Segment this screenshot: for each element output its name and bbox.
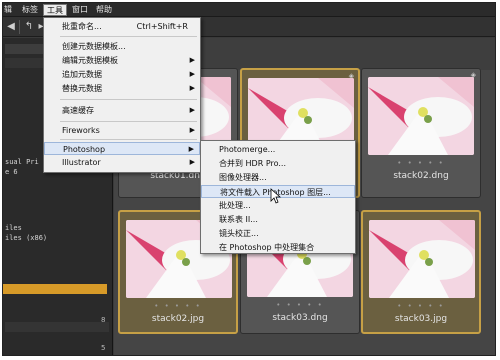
- panel-divider: [5, 322, 109, 332]
- menu-tools[interactable]: 工具: [43, 4, 67, 16]
- contact-sheet-item[interactable]: 联系表 II...: [201, 213, 355, 226]
- tools-menu: 批重命名... Ctrl+Shift+R 创建元数据模板... 编辑元数据模板 …: [43, 17, 201, 173]
- menu-edit[interactable]: 辑: [3, 4, 15, 16]
- chevron-right-icon: ▶: [189, 56, 195, 64]
- menu-item-label: 编辑元数据模板: [62, 56, 118, 65]
- photoshop-item[interactable]: Photoshop ▶: [44, 142, 200, 155]
- replace-metadata-item[interactable]: 替换元数据 ▶: [44, 82, 200, 95]
- menu-separator: [60, 139, 197, 140]
- chevron-right-icon: ▶: [188, 145, 194, 153]
- menubar: 辑 标签 工具 窗口 帮助: [3, 3, 495, 17]
- chevron-right-icon: ▶: [189, 158, 195, 166]
- cache-item[interactable]: 高速缓存 ▶: [44, 104, 200, 117]
- merge-hdr-item[interactable]: 合并到 HDR Pro...: [201, 157, 355, 170]
- append-metadata-item[interactable]: 追加元数据 ▶: [44, 68, 200, 81]
- chevron-right-icon: ▶: [189, 106, 195, 114]
- illustrator-item[interactable]: Illustrator ▶: [44, 156, 200, 169]
- thumbnail[interactable]: • • • • • stack03.jpg: [361, 210, 481, 334]
- fireworks-item[interactable]: Fireworks ▶: [44, 124, 200, 137]
- menu-item-label: 追加元数据: [62, 70, 102, 79]
- folder-item[interactable]: iles: [5, 224, 22, 232]
- menu-item-label: 联系表 II...: [219, 215, 258, 224]
- up-arrow-icon[interactable]: ↰: [23, 21, 35, 33]
- panel-count: 8: [101, 316, 106, 324]
- rating-dots[interactable]: • • • • •: [241, 301, 359, 309]
- toolbar-divider: [19, 20, 20, 34]
- edit-metadata-template-item[interactable]: 编辑元数据模板 ▶: [44, 54, 200, 67]
- menu-item-label: 在 Photoshop 中处理集合: [219, 243, 315, 252]
- thumbnail-caption: stack03.dng: [272, 313, 328, 323]
- rating-dots[interactable]: • • • • •: [120, 302, 236, 310]
- process-collections-item[interactable]: 在 Photoshop 中处理集合: [201, 241, 355, 254]
- menu-item-label: 替换元数据: [62, 84, 102, 93]
- rating-dots[interactable]: • • • • •: [363, 302, 479, 310]
- menu-item-label: 图像处理器...: [219, 173, 267, 182]
- menu-window[interactable]: 窗口: [69, 4, 91, 16]
- photomerge-item[interactable]: Photomerge...: [201, 143, 355, 156]
- lens-correction-item[interactable]: 镜头校正...: [201, 227, 355, 240]
- batch-rename-item[interactable]: 批重命名... Ctrl+Shift+R: [44, 20, 200, 33]
- menu-shortcut: Ctrl+Shift+R: [136, 22, 188, 31]
- back-arrow-icon[interactable]: ◀: [5, 21, 17, 33]
- thumbnail-caption: stack02.dng: [393, 171, 449, 181]
- image-processor-item[interactable]: 图像处理器...: [201, 171, 355, 184]
- folder-item[interactable]: e 6: [5, 168, 18, 176]
- panel-count: 5: [101, 344, 106, 352]
- thumbnail-caption: stack03.jpg: [394, 314, 448, 324]
- chevron-right-icon: ▶: [189, 126, 195, 134]
- menu-item-label: 创建元数据模板...: [62, 42, 126, 51]
- menu-label[interactable]: 标签: [19, 4, 41, 16]
- menu-separator: [60, 36, 197, 37]
- selected-folder-row[interactable]: [3, 284, 107, 294]
- menu-separator: [60, 121, 197, 122]
- bridge-window: 辑 标签 工具 窗口 帮助 ◀ ↰ ▸ sual Pri e 6 iles il…: [2, 2, 496, 356]
- menu-item-label: 批重命名...: [62, 22, 102, 31]
- folder-item[interactable]: iles (x86): [5, 234, 47, 242]
- thumbnail-image: [368, 77, 474, 155]
- thumbnail[interactable]: ◈ • • • • • stack02.dng: [361, 68, 481, 198]
- menu-separator: [60, 99, 197, 100]
- menu-item-label: Photoshop: [63, 145, 106, 154]
- chevron-right-icon: ▶: [189, 84, 195, 92]
- menu-item-label: 镜头校正...: [219, 229, 259, 238]
- folder-item[interactable]: sual Pri: [5, 158, 39, 166]
- menu-item-label: Illustrator: [62, 158, 101, 167]
- menu-item-label: Photomerge...: [219, 145, 276, 154]
- rating-dots[interactable]: • • • • •: [362, 159, 480, 167]
- menu-help[interactable]: 帮助: [93, 4, 115, 16]
- create-metadata-template-item[interactable]: 创建元数据模板...: [44, 40, 200, 53]
- mouse-cursor-icon: [270, 188, 282, 204]
- menu-item-label: 合并到 HDR Pro...: [219, 159, 286, 168]
- chevron-right-icon: ▶: [189, 70, 195, 78]
- menu-item-label: Fireworks: [62, 126, 100, 135]
- menu-item-label: 批处理...: [219, 201, 251, 210]
- menu-item-label: 高速缓存: [62, 106, 94, 115]
- thumbnail-caption: stack02.jpg: [151, 314, 205, 324]
- thumbnail-image: [369, 220, 475, 298]
